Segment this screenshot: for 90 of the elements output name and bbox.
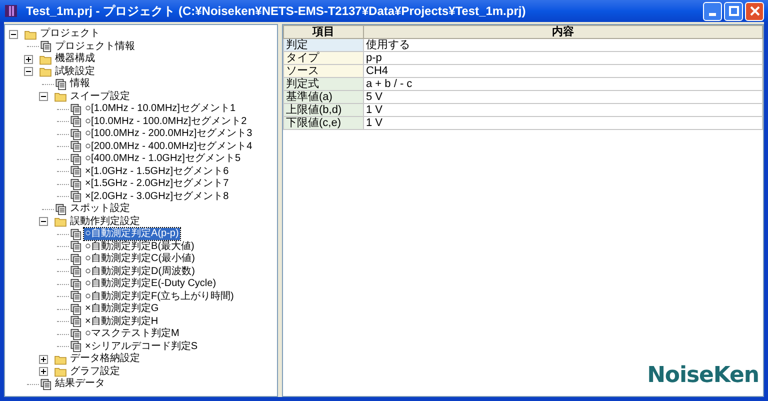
tree-item[interactable]: スイープ設定 <box>69 90 131 103</box>
collapse-icon[interactable] <box>24 67 33 76</box>
tree-item[interactable]: ×シリアルデコード判定S <box>84 340 199 353</box>
tree-item[interactable]: ○自動測定判定E(-Duty Cycle) <box>84 278 218 290</box>
tree-item[interactable]: ×[2.0GHz - 3.0GHz]セグメント8 <box>84 190 230 203</box>
tree-item[interactable]: ○[1.0MHz - 10.0MHz]セグメント1 <box>84 103 237 116</box>
pages-icon <box>69 328 82 340</box>
folder-icon <box>54 91 67 102</box>
table-cell: 1 V <box>364 104 762 116</box>
folder-icon <box>54 354 67 365</box>
close-icon <box>750 6 760 16</box>
tree-item[interactable]: ○自動測定判定B(最大値) <box>84 240 196 253</box>
tree-item[interactable]: 機器構成 <box>54 53 96 66</box>
table-cell: 使用する <box>364 38 762 52</box>
logo: NoiseKen <box>647 362 759 390</box>
pages-icon <box>69 291 82 302</box>
pages-icon <box>69 141 82 152</box>
pages-icon <box>69 178 82 190</box>
tree-item[interactable]: スポット設定 <box>69 203 131 216</box>
table-cell: 判定式 <box>284 78 364 90</box>
tree-item[interactable]: プロジェクト <box>39 28 101 40</box>
pages-icon <box>39 378 52 390</box>
pages-icon <box>69 254 82 265</box>
table-cell: 上限値(b,d) <box>284 104 364 116</box>
maximize-button[interactable] <box>724 2 743 20</box>
tree-item[interactable]: ○マスクテスト判定M <box>84 328 180 340</box>
tree-item[interactable]: ○[200.0MHz - 400.0MHz]セグメント4 <box>84 140 254 153</box>
app-icon <box>4 4 18 18</box>
tree-item[interactable]: ×自動測定判定G <box>84 303 160 316</box>
tree-item[interactable]: ○自動測定判定C(最小値) <box>84 253 196 266</box>
tree-item[interactable]: 試験設定 <box>54 66 96 78</box>
folder-icon <box>24 28 37 40</box>
folder-icon <box>39 54 52 65</box>
expand-icon[interactable] <box>39 354 48 364</box>
pages-icon <box>69 191 82 202</box>
close-button[interactable] <box>745 2 764 20</box>
pages-icon <box>69 316 82 328</box>
pages-icon <box>69 154 82 165</box>
minimize-button[interactable] <box>703 2 722 20</box>
tree-item[interactable]: ○[400.0MHz - 1.0GHz]セグメント5 <box>84 153 242 166</box>
table-cell: a + b / - c <box>364 78 762 90</box>
folder-icon <box>39 66 52 78</box>
pages-icon <box>69 228 82 240</box>
pages-icon <box>69 278 82 290</box>
table-cell: タイプ <box>284 52 364 64</box>
table-cell: 判定 <box>284 38 364 52</box>
tree-item[interactable]: ×自動測定判定H <box>84 316 160 328</box>
tree-item[interactable]: ○[10.0MHz - 100.0MHz]セグメント2 <box>84 116 248 128</box>
pages-icon <box>69 128 82 140</box>
pages-icon <box>69 104 82 115</box>
table-cell: 下限値(c,e) <box>284 116 364 130</box>
column-header[interactable]: 内容 <box>364 26 762 38</box>
tree-item[interactable]: ○自動測定判定D(周波数) <box>84 266 196 278</box>
pages-icon <box>69 304 82 315</box>
pages-icon <box>69 241 82 252</box>
tree-item[interactable]: ○自動測定判定A(p-p) <box>84 228 180 240</box>
pages-icon <box>69 166 82 178</box>
table-cell: 1 V <box>364 116 762 130</box>
tree-item[interactable]: プロジェクト情報 <box>54 40 136 53</box>
maximize-icon <box>728 6 738 16</box>
folder-icon <box>54 366 67 378</box>
tree-item[interactable]: ○[100.0MHz - 200.0MHz]セグメント3 <box>84 128 254 140</box>
tree-item[interactable]: 情報 <box>69 78 91 90</box>
pages-icon <box>39 41 52 52</box>
column-header[interactable]: 項目 <box>284 26 364 38</box>
tree-item[interactable]: グラフ設定 <box>69 366 121 378</box>
minimize-icon <box>709 12 716 16</box>
folder-icon <box>54 216 67 228</box>
tree-item[interactable]: 誤動作判定設定 <box>69 216 141 228</box>
pages-icon <box>69 116 82 128</box>
collapse-icon[interactable] <box>39 92 48 102</box>
pages-icon <box>54 204 67 215</box>
table-cell: ソース <box>284 64 364 78</box>
window-title: Test_1m.prj - プロジェクト (C:¥Noiseken¥NETS-EMS-T2137¥Data¥Projects¥Test_1m.prj) <box>26 3 526 20</box>
table-cell: CH4 <box>364 64 762 78</box>
pages-icon <box>69 341 82 352</box>
table-cell: 5 V <box>364 90 762 104</box>
tree-item[interactable]: 結果データ <box>54 378 106 390</box>
pages-icon <box>69 266 82 278</box>
tree-item[interactable]: ×[1.5GHz - 2.0GHz]セグメント7 <box>84 178 230 190</box>
expand-icon[interactable] <box>39 367 48 376</box>
tree-item[interactable]: データ格納設定 <box>69 353 141 366</box>
tree-item[interactable]: ×[1.0GHz - 1.5GHz]セグメント6 <box>84 166 230 178</box>
table-cell: p-p <box>364 52 762 64</box>
tree-item[interactable]: ○自動測定判定F(立ち上がり時間) <box>84 290 235 303</box>
collapse-icon[interactable] <box>39 217 48 226</box>
collapse-icon[interactable] <box>9 30 18 39</box>
pages-icon <box>54 78 67 90</box>
expand-icon[interactable] <box>24 54 33 64</box>
table-cell: 基準値(a) <box>284 90 364 104</box>
